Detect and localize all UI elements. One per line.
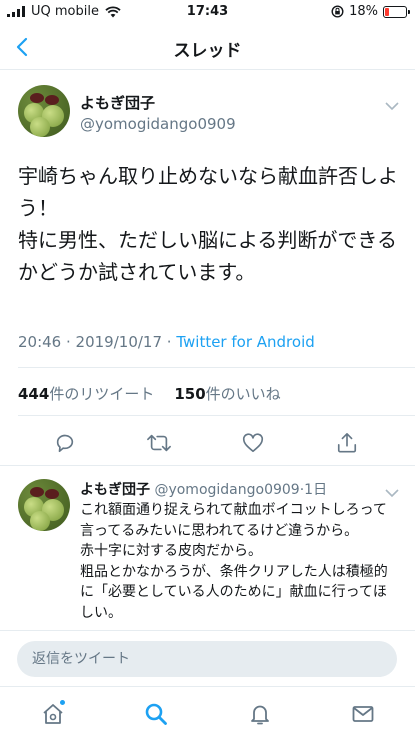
reply-icon <box>56 434 74 453</box>
avatar[interactable] <box>18 85 70 137</box>
tweet-time: 20:46 <box>18 333 62 351</box>
reply-text-line: 粗品とかなかろうが、条件クリアした人は積極的に「必要としている人のために」献血に… <box>80 563 388 621</box>
tweet-text-line: 特に男性、ただしい脳による判断ができるかどうか試されています。 <box>18 228 397 284</box>
battery-percent: 18% <box>349 4 378 19</box>
like-count[interactable]: 150件のいいね <box>174 383 280 404</box>
retweet-count[interactable]: 444件のリツイート <box>18 383 154 404</box>
reply-text-line: これ額面通り捉えられて献血ボイコットしろって言ってるみたいに思われてるけど違うか… <box>80 502 387 539</box>
tab-notifications[interactable] <box>245 699 275 729</box>
battery-level <box>385 7 389 16</box>
divider <box>18 367 415 368</box>
tweet-client-link[interactable]: Twitter for Android <box>176 333 314 351</box>
avatar[interactable] <box>18 479 70 531</box>
messages-icon <box>352 706 374 722</box>
like-button[interactable] <box>238 428 268 458</box>
author-info[interactable]: よもぎ団子 @yomogidango0909 <box>80 92 236 133</box>
reply-input[interactable] <box>17 641 397 677</box>
status-bar: UQ mobile 17:43 18% <box>0 0 415 24</box>
engagement-counts: 444件のリツイート 150件のいいね <box>18 383 281 404</box>
reply-text-line: 赤十字に対する皮肉だから。 <box>80 543 262 559</box>
tweet-age: 1日 <box>304 482 328 498</box>
search-icon <box>145 703 167 725</box>
reply-author-info: よもぎ団子 @yomogidango0909·1日 <box>80 482 328 498</box>
chevron-down-icon <box>385 102 399 111</box>
tab-search[interactable] <box>141 699 171 729</box>
retweet-icon <box>147 434 171 452</box>
reply-composer <box>0 630 415 686</box>
reply-tweet[interactable]: よもぎ団子 @yomogidango0909·1日 これ額面通り捉えられて献血ボ… <box>0 465 415 635</box>
page-title: スレッド <box>173 41 242 61</box>
divider <box>18 415 415 416</box>
tab-bar <box>0 686 415 739</box>
user-handle: @yomogidango0909 <box>80 115 236 133</box>
tweet-menu-button[interactable] <box>385 96 399 115</box>
reply-button[interactable] <box>50 428 80 458</box>
tweet-date: 2019/10/17 <box>75 333 163 351</box>
navigation-bar: スレッド <box>0 24 415 70</box>
tweet-text-line: 宇崎ちゃん取り止めないなら献血許否しよう！ <box>18 164 398 220</box>
share-icon <box>337 433 357 453</box>
tweet-timestamp: 20:46 · 2019/10/17 · Twitter for Android <box>18 333 315 351</box>
tab-messages[interactable] <box>348 699 378 729</box>
notifications-icon <box>251 705 269 725</box>
rotation-lock-icon <box>331 5 344 18</box>
display-name: よもぎ団子 <box>80 482 150 498</box>
notification-dot <box>59 699 66 706</box>
reply-text: これ額面通り捉えられて献血ボイコットしろって言ってるみたいに思われてるけど違うか… <box>80 500 400 623</box>
display-name: よもぎ団子 <box>80 94 156 112</box>
tweet-text: 宇崎ちゃん取り止めないなら献血許否しよう！ 特に男性、ただしい脳による判断ができ… <box>18 160 403 288</box>
tab-home[interactable] <box>38 699 68 729</box>
like-icon <box>242 433 264 453</box>
battery-icon <box>383 5 410 18</box>
user-handle: @yomogidango0909 <box>154 482 300 498</box>
tweet-actions <box>0 428 415 458</box>
retweet-button[interactable] <box>144 428 174 458</box>
share-button[interactable] <box>332 428 362 458</box>
chevron-down-icon <box>385 489 399 498</box>
